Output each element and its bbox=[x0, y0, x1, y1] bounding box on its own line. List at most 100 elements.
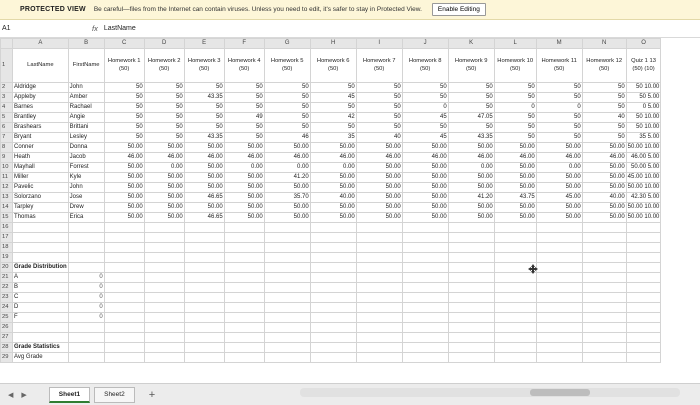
grid-cell[interactable]: 46.00 bbox=[263, 152, 311, 163]
header-cell[interactable]: Homework 4 (50) bbox=[223, 48, 265, 83]
grid-cell[interactable]: Heath bbox=[12, 152, 69, 163]
grid-cell[interactable]: 50 bbox=[103, 112, 145, 123]
grid-cell[interactable] bbox=[535, 322, 583, 333]
avg-grade-label[interactable]: Avg Grade bbox=[12, 352, 69, 363]
grid-cell[interactable] bbox=[12, 252, 69, 263]
grid-cell[interactable]: Brantley bbox=[12, 112, 69, 123]
grid-cell[interactable]: 50.00 bbox=[355, 202, 403, 213]
grid-cell[interactable]: 50 bbox=[401, 82, 449, 93]
grid-cell[interactable] bbox=[67, 332, 105, 343]
grid-cell[interactable] bbox=[183, 322, 225, 333]
grid-cell[interactable] bbox=[263, 332, 311, 343]
grid-cell[interactable]: 50.00 bbox=[493, 172, 537, 183]
grid-cell[interactable] bbox=[625, 342, 662, 353]
column-header-b[interactable]: B bbox=[67, 38, 105, 49]
grid-cell[interactable]: 50.00 bbox=[493, 202, 537, 213]
grid-cell[interactable] bbox=[103, 262, 145, 273]
grid-cell[interactable]: Erica bbox=[67, 212, 105, 223]
grid-cell[interactable] bbox=[447, 262, 495, 273]
grid-cell[interactable] bbox=[581, 312, 627, 323]
grid-cell[interactable]: John bbox=[67, 82, 105, 93]
column-header-i[interactable]: I bbox=[355, 38, 403, 49]
grid-cell[interactable] bbox=[581, 332, 627, 343]
column-header-h[interactable]: H bbox=[309, 38, 357, 49]
grid-cell[interactable]: 0.00 bbox=[535, 162, 583, 173]
grid-cell[interactable] bbox=[12, 322, 69, 333]
grid-cell[interactable]: Drew bbox=[67, 202, 105, 213]
grid-cell[interactable]: Tarpley bbox=[12, 202, 69, 213]
grid-cell[interactable] bbox=[223, 272, 265, 283]
grid-cell[interactable] bbox=[183, 282, 225, 293]
grid-cell[interactable] bbox=[143, 332, 185, 343]
grid-cell[interactable]: 50 bbox=[581, 122, 627, 133]
grid-cell[interactable]: 50 5.00 bbox=[625, 92, 662, 103]
grid-cell[interactable]: 50.00 bbox=[103, 162, 145, 173]
grid-cell[interactable] bbox=[183, 272, 225, 283]
grid-cell[interactable]: 50 bbox=[143, 92, 185, 103]
grade-label[interactable]: A bbox=[12, 272, 69, 283]
grid-cell[interactable] bbox=[263, 322, 311, 333]
grid-cell[interactable] bbox=[401, 222, 449, 233]
row-header[interactable]: 15 bbox=[0, 212, 13, 223]
grid-cell[interactable]: 50.00 bbox=[143, 182, 185, 193]
grid-cell[interactable]: 50 bbox=[447, 92, 495, 103]
grid-cell[interactable]: 50.00 bbox=[535, 182, 583, 193]
grid-cell[interactable]: 50.00 10.00 bbox=[625, 212, 662, 223]
grid-cell[interactable] bbox=[103, 342, 145, 353]
grid-cell[interactable]: 50.00 bbox=[143, 192, 185, 203]
grid-cell[interactable]: 50.00 bbox=[447, 182, 495, 193]
column-header-l[interactable]: L bbox=[493, 38, 537, 49]
grid-cell[interactable] bbox=[143, 342, 185, 353]
grade-label[interactable]: B bbox=[12, 282, 69, 293]
grid-cell[interactable] bbox=[355, 272, 403, 283]
grid-cell[interactable]: 46.00 bbox=[143, 152, 185, 163]
grid-cell[interactable] bbox=[223, 292, 265, 303]
grid-cell[interactable]: 50 bbox=[535, 92, 583, 103]
grid-cell[interactable] bbox=[625, 292, 662, 303]
grid-cell[interactable]: 50 bbox=[143, 82, 185, 93]
grid-cell[interactable] bbox=[535, 352, 583, 363]
grade-count[interactable]: 0 bbox=[67, 272, 105, 283]
row-header[interactable]: 1 bbox=[0, 48, 13, 83]
row-header[interactable]: 13 bbox=[0, 192, 13, 203]
grid-cell[interactable] bbox=[67, 252, 105, 263]
column-header-o[interactable]: O bbox=[625, 38, 662, 49]
add-sheet-button[interactable]: + bbox=[149, 389, 155, 401]
row-header[interactable]: 27 bbox=[0, 332, 13, 343]
grid-cell[interactable] bbox=[355, 222, 403, 233]
row-header[interactable]: 26 bbox=[0, 322, 13, 333]
header-cell[interactable]: Homework 3 (50) bbox=[183, 48, 225, 83]
grid-cell[interactable] bbox=[309, 252, 357, 263]
grid-cell[interactable]: 50 bbox=[447, 122, 495, 133]
column-header-f[interactable]: F bbox=[223, 38, 265, 49]
grid-cell[interactable]: 50.00 bbox=[447, 212, 495, 223]
grid-cell[interactable]: 50 bbox=[223, 122, 265, 133]
grid-cell[interactable] bbox=[67, 222, 105, 233]
grid-cell[interactable] bbox=[355, 252, 403, 263]
grid-cell[interactable] bbox=[535, 232, 583, 243]
grid-cell[interactable]: 43.35 bbox=[183, 92, 225, 103]
grid-cell[interactable]: 50 bbox=[355, 82, 403, 93]
grid-cell[interactable] bbox=[447, 252, 495, 263]
grid-cell[interactable] bbox=[67, 242, 105, 253]
grid-cell[interactable] bbox=[223, 262, 265, 273]
grid-cell[interactable]: 50.00 bbox=[355, 212, 403, 223]
grid-cell[interactable] bbox=[12, 332, 69, 343]
grid-cell[interactable] bbox=[493, 302, 537, 313]
grid-cell[interactable] bbox=[581, 222, 627, 233]
grid-cell[interactable] bbox=[309, 322, 357, 333]
grid-cell[interactable]: 50.00 bbox=[183, 142, 225, 153]
grid-cell[interactable]: 50.00 bbox=[401, 212, 449, 223]
grid-cell[interactable] bbox=[355, 332, 403, 343]
grid-cell[interactable] bbox=[103, 252, 145, 263]
grid-cell[interactable]: 50.00 bbox=[103, 202, 145, 213]
grid-cell[interactable]: 0.00 bbox=[263, 162, 311, 173]
grid-cell[interactable] bbox=[143, 232, 185, 243]
grid-cell[interactable] bbox=[447, 332, 495, 343]
grid-cell[interactable] bbox=[493, 252, 537, 263]
grid-cell[interactable] bbox=[625, 332, 662, 343]
grid-cell[interactable] bbox=[309, 332, 357, 343]
grid-cell[interactable] bbox=[401, 262, 449, 273]
grid-cell[interactable] bbox=[581, 322, 627, 333]
grade-statistics-title[interactable]: Grade Statistics bbox=[12, 342, 69, 353]
